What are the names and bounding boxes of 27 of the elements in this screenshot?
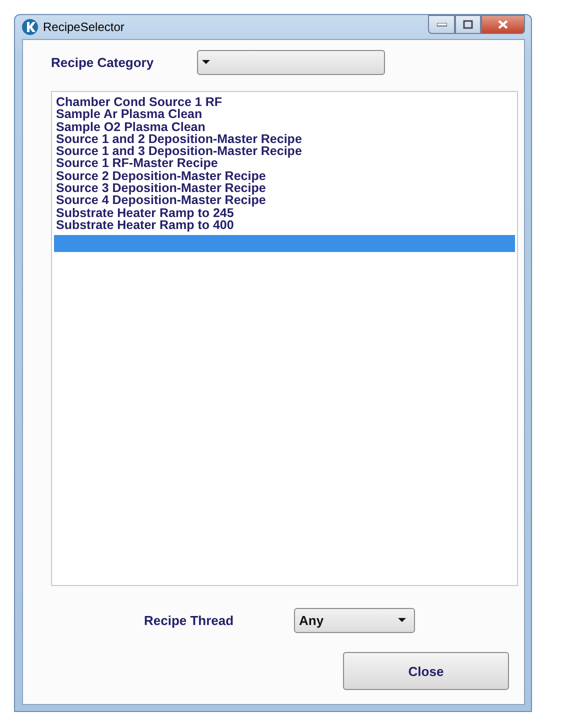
recipe-category-label: Recipe Category xyxy=(51,54,155,70)
recipe-category-dropdown[interactable] xyxy=(197,50,385,74)
list-item[interactable]: Sample Ar Plasma Clean xyxy=(54,108,515,121)
close-button[interactable]: Close xyxy=(343,652,509,690)
close-window-button[interactable] xyxy=(481,15,525,34)
dropdown-arrow-icon xyxy=(398,618,406,622)
list-item[interactable]: Source 1 and 2 Deposition-Master Recipe xyxy=(54,132,515,146)
list-item[interactable]: Source 2 Deposition-Master Recipe xyxy=(54,170,515,182)
minimize-button[interactable] xyxy=(428,15,455,34)
close-icon xyxy=(498,20,508,29)
maximize-icon xyxy=(463,20,473,29)
list-item[interactable]: Chamber Cond Source 1 RF xyxy=(54,96,515,108)
window-title: RecipeSelector xyxy=(43,20,126,34)
dropdown-arrow-icon xyxy=(202,60,210,64)
list-item[interactable]: Substrate Heater Ramp to 400 xyxy=(54,218,515,232)
recipe-thread-label: Recipe Thread xyxy=(144,612,235,628)
list-item[interactable]: Substrate Heater Ramp to 245 xyxy=(54,206,515,219)
recipe-list[interactable] xyxy=(51,91,518,586)
list-item[interactable]: Source 4 Deposition-Master Recipe xyxy=(54,194,515,207)
recipe-thread-dropdown[interactable]: Any xyxy=(294,608,415,632)
minimize-icon xyxy=(436,22,446,26)
list-item[interactable]: Source 1 RF-Master Recipe xyxy=(54,157,515,170)
list-item[interactable]: Source 3 Deposition-Master Recipe xyxy=(54,182,515,194)
list-item[interactable]: Source 1 and 3 Deposition-Master Recipe xyxy=(54,145,515,158)
app-logo-icon xyxy=(22,19,38,35)
list-item[interactable]: Sample O2 Plasma Clean xyxy=(54,120,515,133)
maximize-button[interactable] xyxy=(455,15,481,34)
